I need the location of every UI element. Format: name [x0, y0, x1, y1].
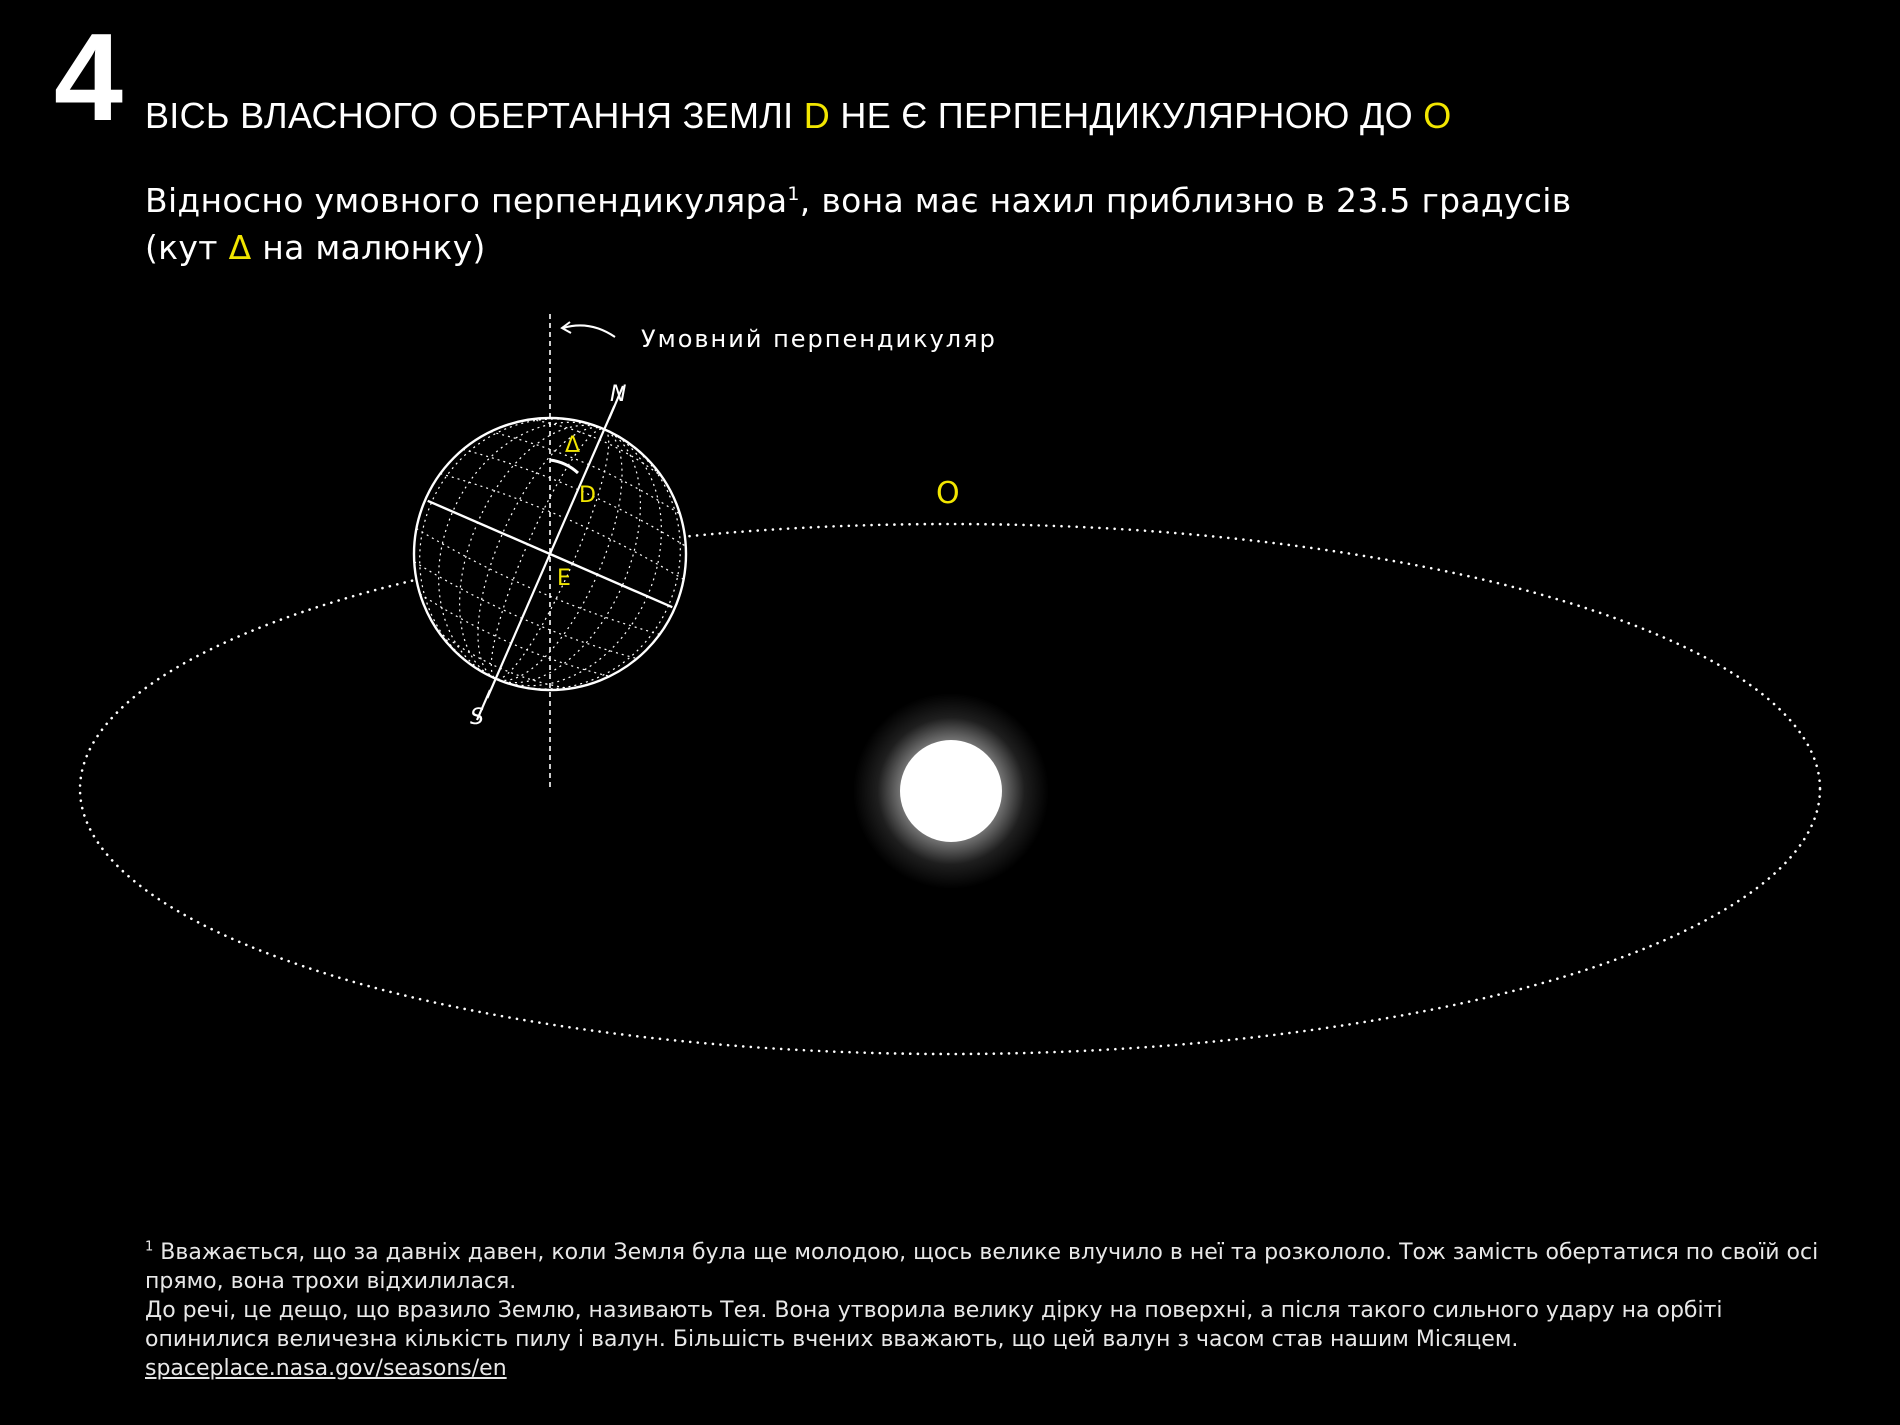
source-link[interactable]: spaceplace.nasa.gov/seasons/en	[145, 1356, 507, 1381]
sun	[853, 693, 1049, 889]
perpendicular-label: Умовний перпендикуляр	[641, 325, 997, 353]
curved-arrow-icon	[560, 321, 616, 338]
north-label: N	[610, 382, 626, 407]
earth-tilt-diagram: Умовний перпендикуляр N S Δ D E O	[78, 314, 1822, 1056]
footnote-paragraph-1: 1 Вважається, що за давніх давен, коли З…	[145, 1238, 1825, 1296]
south-label: S	[470, 705, 484, 730]
footnote: 1 Вважається, що за давніх давен, коли З…	[145, 1238, 1825, 1383]
orbit-label: O	[936, 476, 960, 511]
equator-label: E	[557, 566, 571, 591]
angle-label: Δ	[565, 433, 580, 458]
footnote-text-1: Вважається, що за давніх давен, коли Зем…	[145, 1240, 1819, 1294]
footnote-paragraph-2: До речі, це дещо, що вразило Землю, нази…	[145, 1298, 1723, 1352]
axis-label: D	[579, 483, 596, 508]
